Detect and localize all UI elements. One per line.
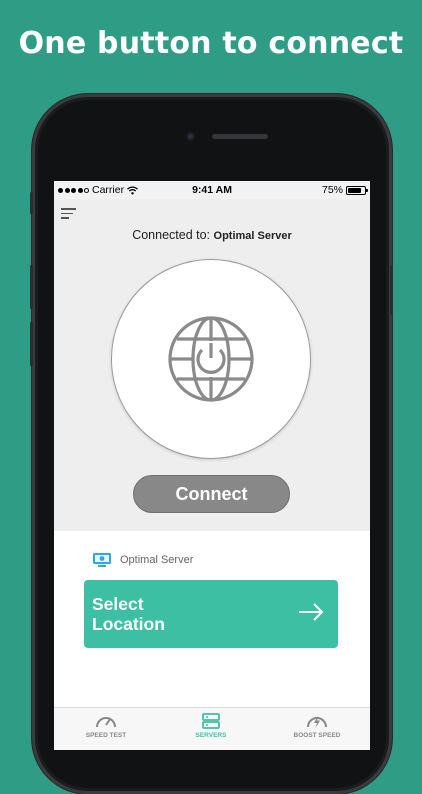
arrow-right-icon [299,603,324,621]
volume-up-button [30,265,33,309]
connection-status: Connected to: Optimal Server [54,228,370,242]
camera-icon [186,132,195,141]
server-icon [202,713,220,729]
current-server-name: Optimal Server [120,554,194,566]
tab-bar: SPEED TEST SERVERS BOOST SPEED [54,707,370,750]
tab-speed-test[interactable]: SPEED TEST [66,713,146,739]
speedometer-icon [96,717,116,728]
connected-prefix: Connected to: [132,228,211,242]
current-server-row: Optimal Server [92,552,193,568]
battery-icon [346,185,368,195]
menu-icon[interactable] [61,207,77,220]
connected-server-name: Optimal Server [213,230,292,242]
select-location-button[interactable]: Select Location [84,580,338,648]
monitor-icon [93,553,111,567]
status-bar: Carrier 9:41 AM 75% [54,181,370,199]
volume-down-button [30,322,33,366]
globe-power-icon [168,316,254,402]
select-location-label: Select Location [92,594,165,634]
mute-switch [30,192,33,214]
battery-group: 75% [321,184,368,196]
tab-label-boost-speed: BOOST SPEED [293,732,341,739]
power-toggle[interactable] [111,259,311,459]
headline: One button to connect [18,26,404,61]
tab-servers[interactable]: SERVERS [171,713,251,739]
speaker-grille [212,134,268,139]
tab-label-servers: SERVERS [195,732,227,739]
boost-icon [307,716,327,728]
battery-percent: 75% [321,184,343,196]
tab-boost-speed[interactable]: BOOST SPEED [277,713,357,739]
app-screen: Carrier 9:41 AM 75% Connected to: Optima… [54,181,370,750]
connection-panel: Connected to: Optimal Server Connect [54,199,370,531]
power-side-button [390,265,393,315]
connect-button[interactable]: Connect [133,475,290,513]
tab-label-speed-test: SPEED TEST [85,732,127,739]
